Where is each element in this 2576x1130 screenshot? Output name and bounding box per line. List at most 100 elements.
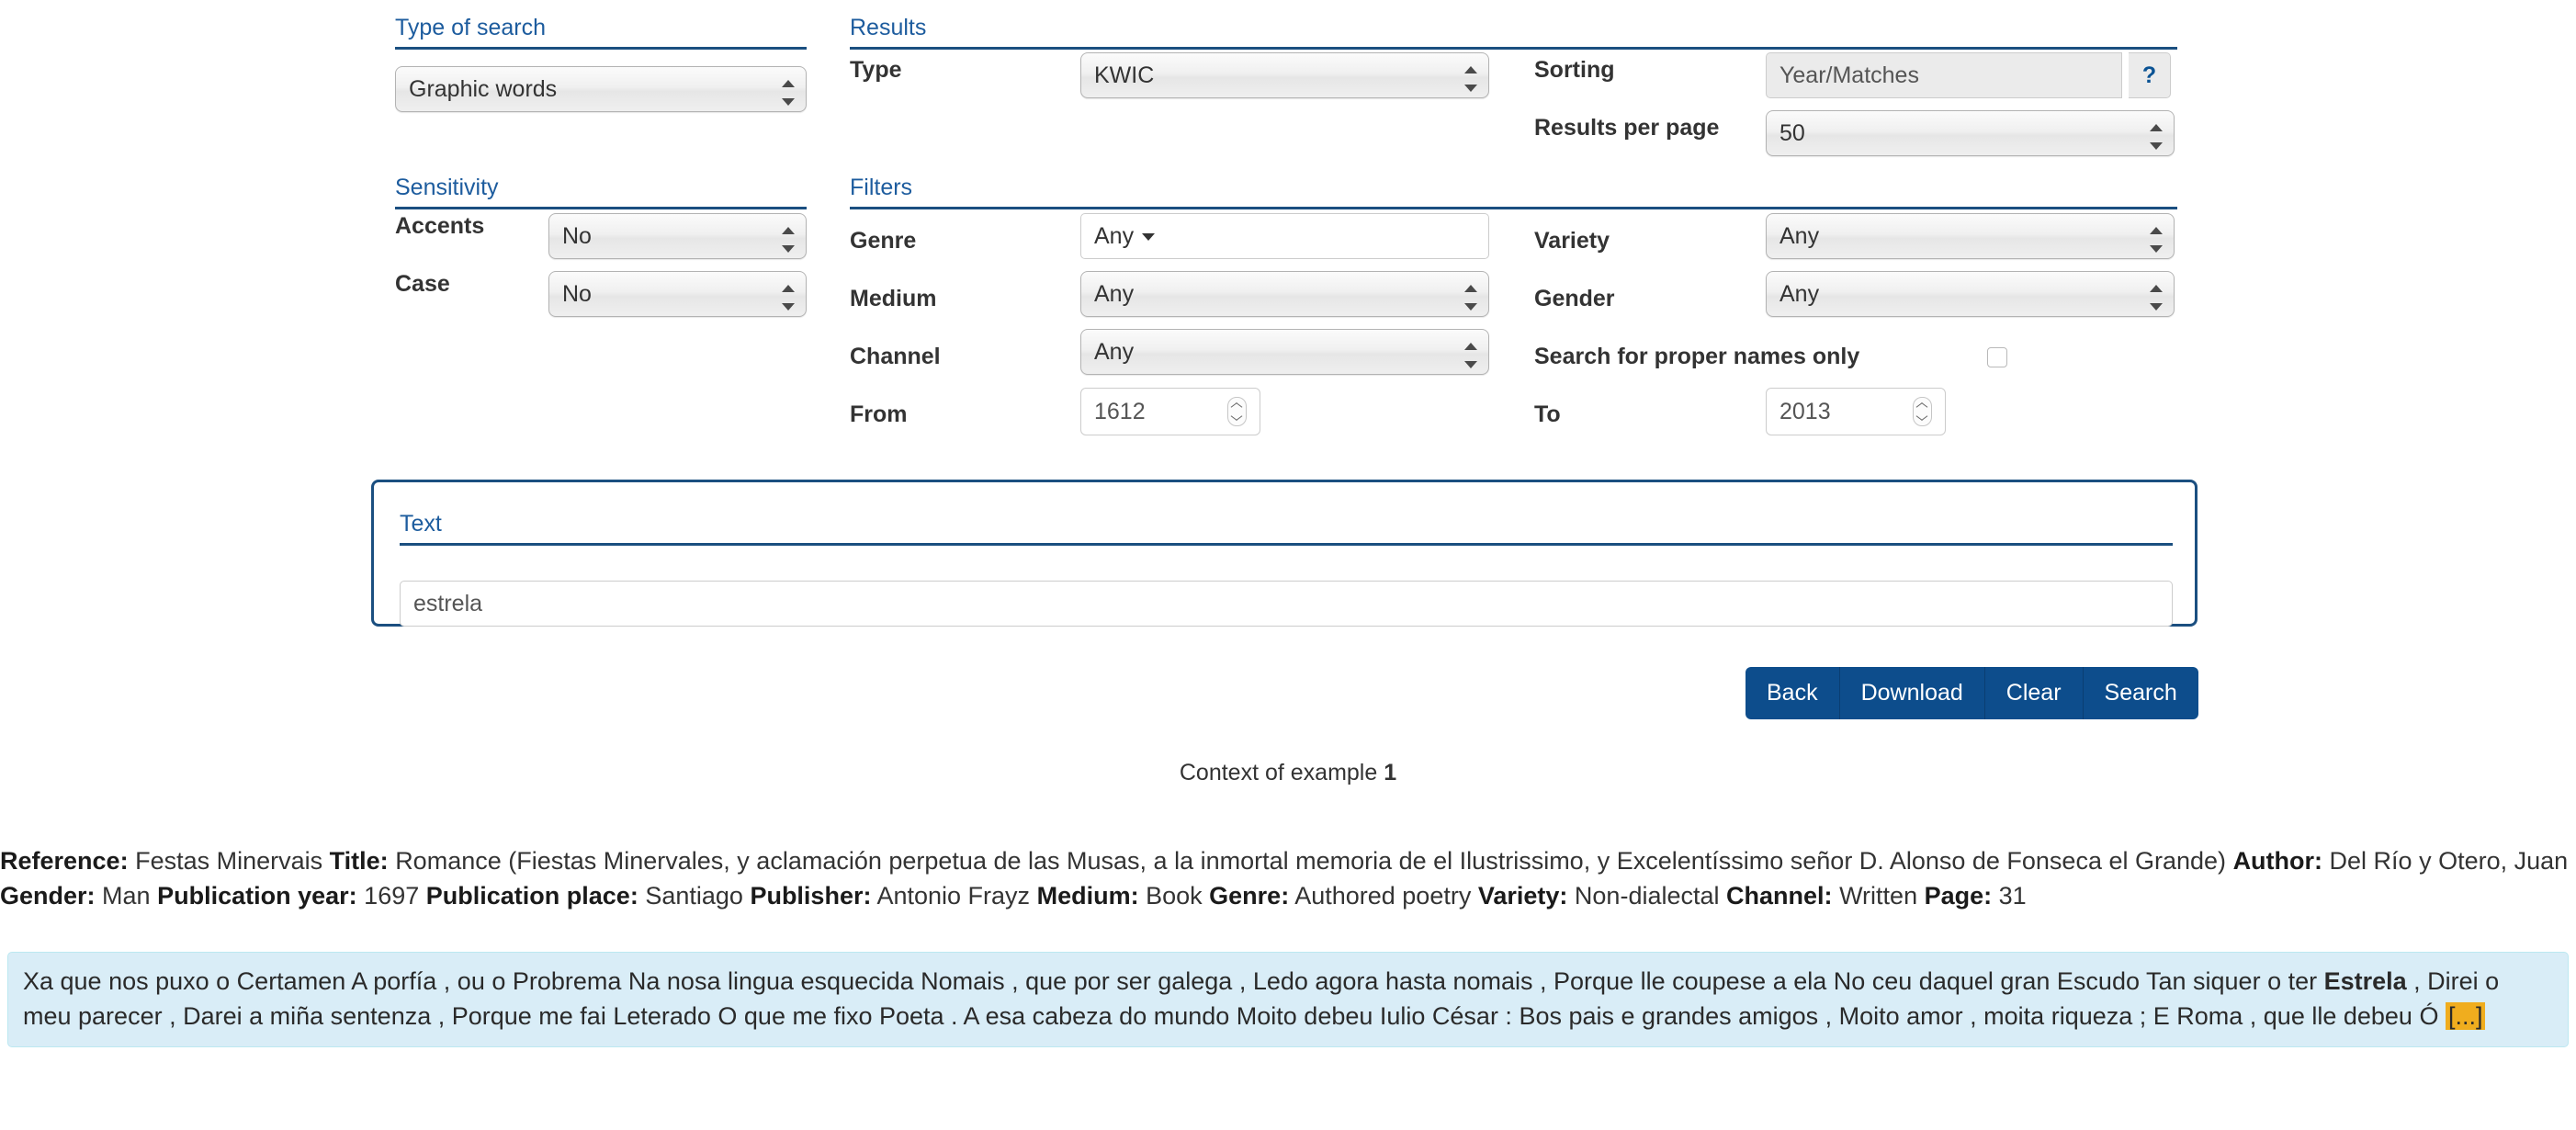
genre-meta-label: Genre: [1209,882,1290,910]
filters-medium-row: Medium [850,286,936,312]
action-button-group: Back Download Clear Search [1746,667,2198,719]
pub-place-value: Santiago [645,882,743,910]
kwic-before-text: Xa que nos puxo o Certamen A porfía , ou… [23,967,2324,995]
gender-label: Gender [1534,286,1615,311]
results-legend: Results [850,15,2177,50]
results-per-page-label: Results per page [1534,115,1720,141]
results-sorting-group: ? [1766,52,2171,98]
gender-select[interactable]: Any [1766,271,2175,317]
page-value: 31 [1998,882,2027,910]
results-type-select[interactable]: KWIC [1080,52,1489,98]
medium-select-wrap: Any [1080,271,1489,323]
genre-dropdown-value: Any [1094,223,1135,249]
medium-meta-label: Medium: [1036,882,1139,910]
medium-select[interactable]: Any [1080,271,1489,317]
gender-meta-label: Gender: [0,882,96,910]
proper-names-checkbox[interactable] [1987,347,2007,367]
genre-dropdown-wrap: Any [1080,213,1489,259]
search-text-input[interactable] [400,581,2173,627]
variety-label: Variety [1534,228,1610,254]
proper-names-row: Search for proper names only [1534,344,1859,370]
kwic-context-box: Xa que nos puxo o Certamen A porfía , ou… [7,952,2569,1047]
sensitivity-case-row: Case [395,271,450,298]
results-per-page-select-wrap: 50 [1766,110,2175,163]
back-button[interactable]: Back [1746,667,1840,719]
accents-select[interactable]: No [548,213,807,259]
case-select[interactable]: No [548,271,807,317]
from-year-input[interactable] [1081,389,1162,435]
author-label: Author: [2232,847,2323,875]
publisher-value: Antonio Frayz [876,882,1031,910]
sensitivity-section: Sensitivity [395,175,807,209]
filters-gender-row: Gender [1534,286,1615,312]
channel-label: Channel [850,344,941,369]
search-button[interactable]: Search [2083,667,2198,719]
sensitivity-accents-row: Accents [395,213,484,240]
filters-to-row: To [1534,401,1561,428]
page-label: Page: [1924,882,1993,910]
channel-select[interactable]: Any [1080,329,1489,375]
filters-section: Filters [850,175,2177,209]
kwic-ellipsis-link[interactable]: [...] [2445,1002,2486,1030]
type-of-search-legend: Type of search [395,15,807,50]
sorting-help-button[interactable]: ? [2128,52,2171,98]
stepper-arrows-icon[interactable] [1227,397,1247,426]
results-section: Results [850,15,2177,50]
to-label: To [1534,401,1561,427]
title-label: Title: [329,847,389,875]
from-year-stepper[interactable] [1080,388,1260,435]
variety-select-wrap: Any [1766,213,2175,266]
to-year-stepper[interactable] [1766,388,1946,435]
pub-place-label: Publication place: [425,882,638,910]
variety-meta-label: Variety: [1477,882,1568,910]
sensitivity-legend: Sensitivity [395,175,807,209]
filters-from-row: From [850,401,908,428]
channel-meta-label: Channel: [1726,882,1833,910]
type-of-search-select[interactable]: Graphic words [395,66,807,112]
publisher-label: Publisher: [750,882,872,910]
filters-legend: Filters [850,175,2177,209]
medium-meta-value: Book [1146,882,1203,910]
reference-value: Festas Minervais [135,847,323,875]
kwic-keyword: Estrela [2323,967,2407,995]
variety-meta-value: Non-dialectal [1574,882,1720,910]
pub-year-value: 1697 [364,882,420,910]
reference-label: Reference: [0,847,129,875]
channel-select-wrap: Any [1080,329,1489,381]
sorting-input[interactable] [1766,52,2122,98]
results-sorting-label: Sorting [1534,57,1615,83]
results-type-select-wrap: KWIC [1080,52,1489,105]
genre-dropdown-button[interactable]: Any [1080,213,1489,259]
filters-genre-row: Genre [850,228,916,254]
gender-meta-value: Man [102,882,151,910]
text-panel: Text [371,480,2198,627]
genre-meta-value: Authored poetry [1294,882,1472,910]
accents-select-wrap: No [548,213,807,266]
to-year-input[interactable] [1767,389,1847,435]
pub-year-label: Publication year: [157,882,357,910]
filters-variety-row: Variety [1534,228,1610,254]
context-label: Context of example [1179,760,1378,785]
context-heading: Context of example 1 [0,760,2576,786]
case-label: Case [395,271,450,297]
download-button[interactable]: Download [1839,667,1985,719]
results-type-label: Type [850,57,902,83]
chevron-down-icon [1142,233,1156,242]
type-of-search-select-wrap: Graphic words [395,66,807,119]
author-value: Del Río y Otero, Juan [2329,847,2569,875]
results-sorting-row: Sorting [1534,57,1615,84]
context-number: 1 [1384,760,1397,785]
genre-label: Genre [850,228,917,254]
channel-meta-value: Written [1839,882,1918,910]
clear-button[interactable]: Clear [1984,667,2084,719]
results-type-row: Type [850,57,902,84]
gender-select-wrap: Any [1766,271,2175,323]
stepper-arrows-icon[interactable] [1913,397,1932,426]
case-select-wrap: No [548,271,807,323]
variety-select[interactable]: Any [1766,213,2175,259]
text-legend: Text [400,511,2173,546]
title-value: Romance (Fiestas Minervales, y aclamació… [395,847,2227,875]
proper-names-label: Search for proper names only [1534,344,1860,369]
results-per-page-select[interactable]: 50 [1766,110,2175,156]
type-of-search-section: Type of search Graphic words [395,15,807,119]
